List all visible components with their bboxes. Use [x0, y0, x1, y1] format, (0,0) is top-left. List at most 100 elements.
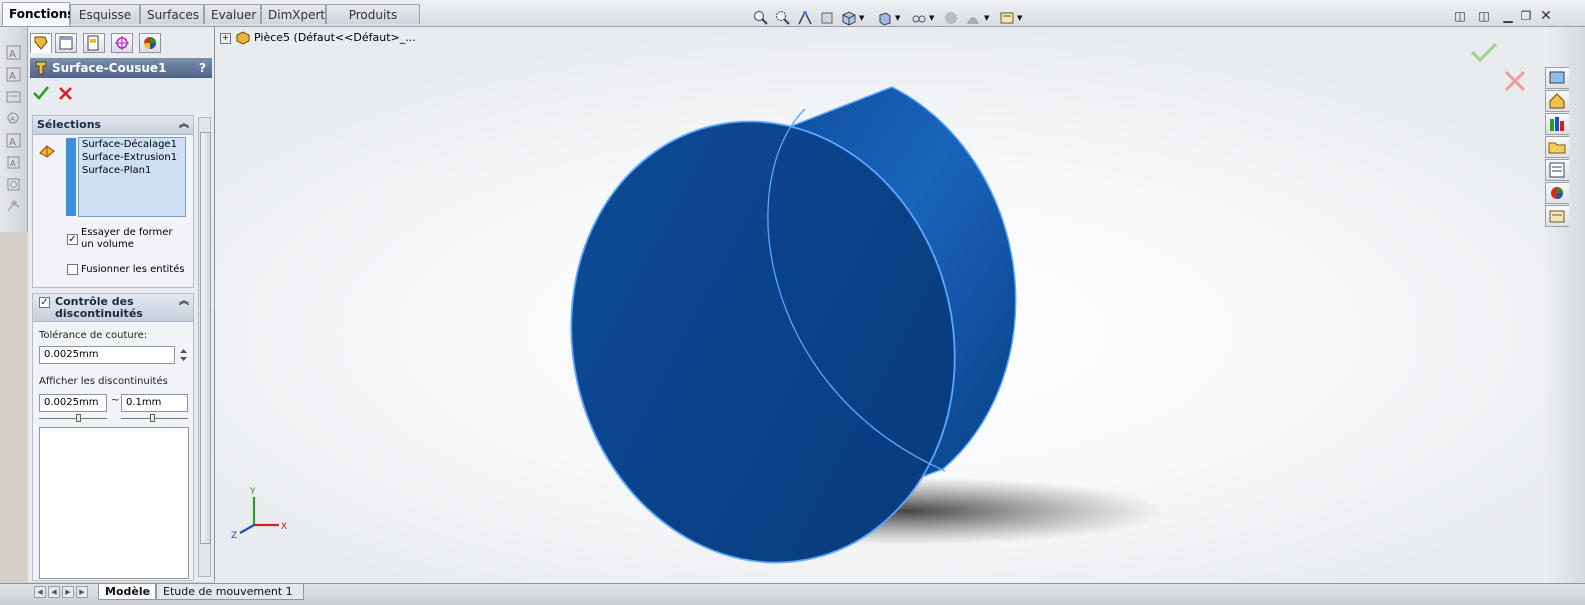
view-settings-icon[interactable]	[999, 10, 1015, 26]
feature-title: Surface-Cousue1	[52, 61, 167, 75]
hide-show-items-icon[interactable]	[911, 10, 927, 26]
tile-horizontal-icon[interactable]: ◫	[1452, 8, 1468, 24]
weld-symbol-icon[interactable]	[6, 199, 21, 214]
selection-list-marker	[66, 138, 76, 216]
task-pane-home-icon[interactable]	[1545, 90, 1569, 112]
task-pane-appearances-icon[interactable]	[1545, 182, 1569, 204]
tab-configuration-manager[interactable]	[83, 33, 105, 53]
tolerance-spinner-icon[interactable]	[179, 346, 188, 364]
help-button[interactable]: ?	[199, 58, 206, 78]
merge-entities-checkbox[interactable]	[67, 264, 78, 275]
list-item[interactable]: Surface-Décalage1	[79, 138, 185, 151]
feature-tree-icon	[34, 36, 48, 50]
tab-produits-office[interactable]: Produits Office	[326, 4, 420, 42]
chevron-down-icon[interactable]: ▼	[984, 14, 989, 22]
tolerance-input[interactable]: 0.0025mm	[39, 346, 175, 364]
confirm-corner-ok-icon[interactable]	[1469, 41, 1499, 63]
tab-surfaces[interactable]: Surfaces	[140, 4, 204, 24]
chevron-down-icon[interactable]: ▼	[859, 14, 864, 22]
chevron-down-icon[interactable]: ▼	[895, 14, 900, 22]
tab-model[interactable]: Modèle	[98, 584, 156, 600]
surface-finish-icon[interactable]	[6, 177, 21, 192]
try-volume-label: Essayer de former un volume	[81, 227, 173, 250]
section-view-icon[interactable]	[819, 10, 835, 26]
show-gaps-label: Afficher les discontinuités	[39, 376, 168, 387]
tab-dimxpert-manager[interactable]	[111, 33, 133, 53]
gap-control-header[interactable]: ✓ Contrôle des discontinuités ︽	[33, 294, 193, 322]
tile-vertical-icon[interactable]: ◫	[1476, 8, 1492, 24]
tab-motion-study[interactable]: Etude de mouvement 1	[156, 584, 304, 600]
scrollbar-thumb[interactable]	[200, 132, 211, 544]
triad-z-label: Z	[231, 531, 237, 541]
first-tab-icon[interactable]: ◀	[34, 586, 46, 598]
confirm-corner-cancel-icon[interactable]	[1503, 69, 1527, 93]
task-pane-library-icon[interactable]	[1545, 113, 1569, 135]
document-window-controls: ◫ ◫ ▁ ❐ ✕	[1452, 8, 1582, 28]
z-axis	[239, 524, 255, 534]
manager-tabs	[28, 31, 214, 53]
close-icon[interactable]: ✕	[1538, 8, 1554, 24]
bottom-tab-bar: ◀ ◀ ▶ ▶ Modèle Etude de mouvement 1	[0, 583, 1585, 605]
task-pane-view-palette-icon[interactable]	[1545, 159, 1569, 181]
collapse-chevron-icon[interactable]: ︽	[179, 116, 189, 134]
gap-control-checkbox[interactable]: ✓	[39, 297, 50, 308]
ok-checkmark-icon[interactable]	[32, 85, 50, 101]
datum-icon[interactable]: A	[6, 155, 21, 170]
selection-listbox[interactable]: Surface-Décalage1 Surface-Extrusion1 Sur…	[78, 137, 186, 217]
svg-text:A: A	[10, 159, 16, 168]
model-view[interactable]	[215, 27, 1545, 583]
text-format-icon[interactable]: A	[6, 67, 21, 82]
task-pane	[1545, 27, 1585, 583]
display-manager-icon	[144, 37, 156, 49]
dimxpert-icon	[115, 36, 129, 50]
coordinate-triad: Y X Z	[231, 487, 287, 541]
tab-display-manager[interactable]	[139, 33, 161, 53]
restore-icon[interactable]: ❐	[1518, 8, 1534, 24]
graphics-area[interactable]: + Pièce5 (Défaut<<Défaut>_... Y X Z	[215, 27, 1545, 583]
gap-min-input[interactable]: 0.0025mm	[39, 394, 107, 412]
collapse-chevron-icon[interactable]: ︽	[179, 296, 189, 308]
gap-min-slider[interactable]	[39, 414, 107, 422]
tab-evaluer[interactable]: Evaluer	[204, 4, 261, 24]
display-style-icon[interactable]	[877, 10, 893, 26]
tab-feature-manager[interactable]	[30, 33, 52, 53]
gaps-list[interactable]	[39, 427, 189, 579]
zoom-to-area-icon[interactable]	[775, 10, 791, 26]
knit-surface-icon	[35, 61, 47, 75]
list-item[interactable]: Surface-Extrusion1	[79, 151, 185, 164]
minimize-icon[interactable]: ▁	[1500, 8, 1516, 24]
gap-control-group: ✓ Contrôle des discontinuités ︽ Toléranc…	[32, 293, 194, 581]
zoom-to-fit-icon[interactable]	[753, 10, 769, 26]
tab-esquisse[interactable]: Esquisse	[70, 4, 140, 24]
chevron-down-icon[interactable]: ▼	[1017, 14, 1022, 22]
merge-entities-label: Fusionner les entités	[81, 264, 185, 275]
task-pane-resources-icon[interactable]	[1545, 67, 1569, 89]
list-item[interactable]: Surface-Plan1	[79, 164, 185, 177]
tab-fonctions[interactable]: Fonctions	[2, 2, 74, 26]
last-tab-icon[interactable]: ▶	[76, 586, 88, 598]
text-tool-icon[interactable]: A	[6, 45, 21, 60]
selections-header[interactable]: Sélections ︽	[33, 116, 193, 135]
property-manager-scrollbar[interactable]	[198, 117, 211, 577]
chevron-down-icon[interactable]: ▼	[929, 14, 934, 22]
gap-max-input[interactable]: 0.1mm	[121, 394, 188, 412]
view-orientation-icon[interactable]	[841, 10, 857, 26]
previous-view-icon[interactable]	[797, 10, 813, 26]
selections-group: Sélections ︽ Surface-Décalage1 Surface-E…	[32, 115, 194, 288]
triad-x-label: X	[281, 522, 287, 532]
cancel-x-icon[interactable]	[58, 86, 74, 101]
edit-appearance-icon[interactable]	[943, 10, 959, 26]
tab-property-manager[interactable]	[55, 33, 77, 53]
note-icon[interactable]: A	[6, 133, 21, 148]
tab-dimxpert[interactable]: DimXpert	[261, 4, 326, 24]
try-volume-checkbox[interactable]: ✓	[67, 234, 78, 245]
balloon-icon[interactable]: A	[6, 111, 21, 126]
annotation-icon[interactable]	[6, 89, 21, 104]
apply-scene-icon[interactable]	[965, 10, 981, 26]
prev-tab-icon[interactable]: ◀	[48, 586, 60, 598]
next-tab-icon[interactable]: ▶	[62, 586, 74, 598]
triad-y-label: Y	[249, 487, 256, 497]
task-pane-custom-properties-icon[interactable]	[1545, 205, 1569, 227]
task-pane-file-explorer-icon[interactable]	[1545, 136, 1569, 158]
gap-max-slider[interactable]	[121, 414, 188, 422]
